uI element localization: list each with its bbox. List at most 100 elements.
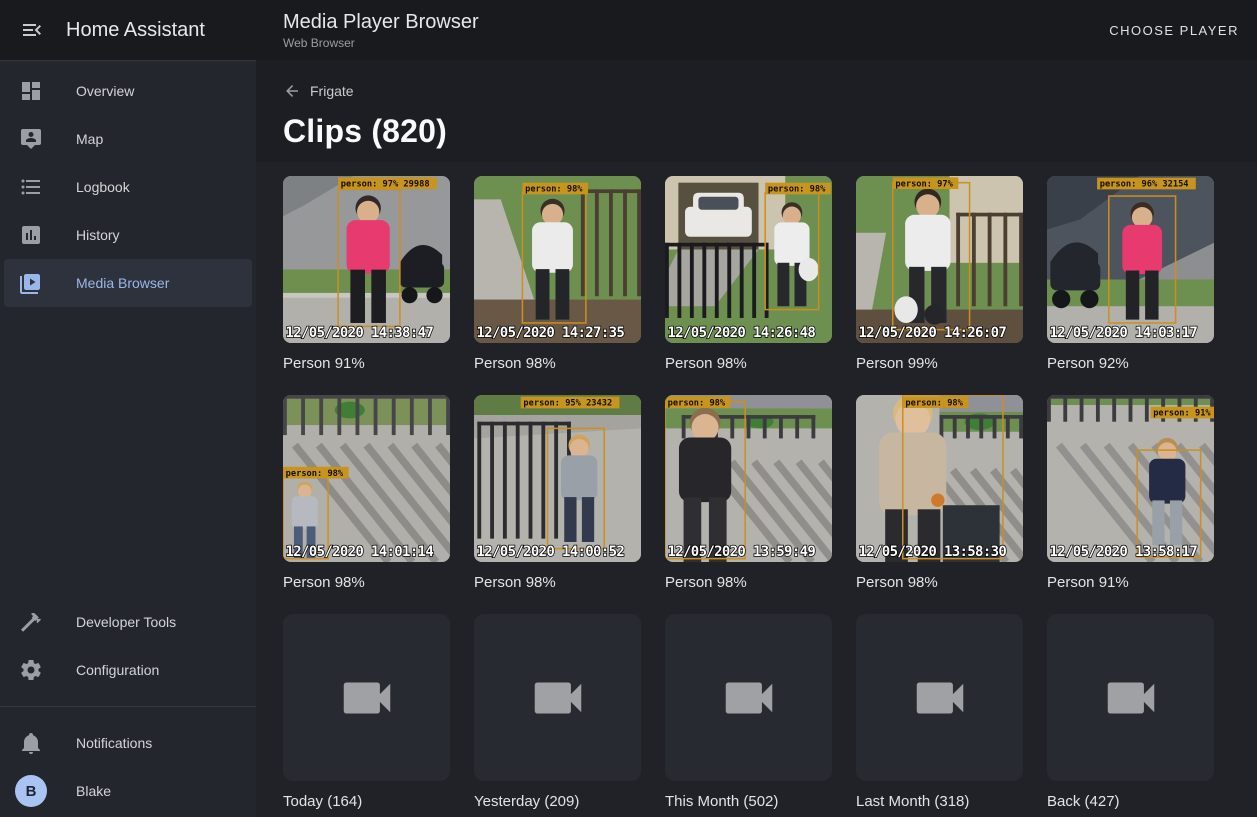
folder-thumbnail[interactable] — [665, 614, 832, 781]
video-camera-icon — [336, 667, 398, 729]
svg-text:12/05/2020 13:59:49: 12/05/2020 13:59:49 — [668, 544, 816, 560]
clip-thumbnail[interactable]: person: 91%12/05/2020 13:58:17 — [1047, 395, 1214, 562]
cog-icon — [19, 658, 43, 682]
clip-thumbnail[interactable]: person: 98%12/05/2020 14:27:35 — [474, 176, 641, 343]
clip-thumbnail[interactable]: person: 96% 3215412/05/2020 14:03:17 — [1047, 176, 1214, 343]
svg-text:person: 98%: person: 98% — [525, 185, 583, 195]
clip-scene: person: 98%12/05/2020 14:01:14 — [283, 395, 450, 562]
app-title: Home Assistant — [66, 19, 205, 42]
video-camera-icon — [909, 667, 971, 729]
clip-label: Person 91% — [283, 353, 450, 375]
content-header: Frigate Clips (820) — [256, 60, 1257, 162]
clip-card[interactable]: person: 98% 12/05/2020 14:26:48 Person 98% — [665, 176, 832, 375]
sidebar-item-logbook[interactable]: Logbook — [4, 163, 252, 211]
clip-card[interactable]: person: 98% 12/05/2020 13:59:49 Person 98% — [665, 395, 832, 594]
clip-card[interactable]: person: 98%12/05/2020 14:27:35 Person 98% — [474, 176, 641, 375]
svg-text:12/05/2020 14:01:14: 12/05/2020 14:01:14 — [286, 544, 434, 560]
tooltip-account-icon — [19, 127, 43, 151]
svg-text:person: 97% 29988: person: 97% 29988 — [341, 179, 430, 189]
folder-label: Back (427) — [1047, 791, 1214, 813]
svg-text:12/05/2020 14:26:48: 12/05/2020 14:26:48 — [668, 325, 816, 341]
avatar: B — [15, 775, 47, 807]
svg-text:person: 98%: person: 98% — [768, 185, 826, 195]
media-player-title: Media Player Browser — [283, 10, 1097, 34]
folder-label: Yesterday (209) — [474, 791, 641, 813]
video-camera-icon — [1100, 667, 1162, 729]
svg-text:12/05/2020 14:00:52: 12/05/2020 14:00:52 — [477, 544, 625, 560]
clip-label: Person 92% — [1047, 353, 1214, 375]
sidebar-item-label: Media Browser — [76, 275, 169, 291]
clip-card[interactable]: person: 97%12/05/2020 14:26:07Person 99% — [856, 176, 1023, 375]
clip-card[interactable]: person: 98%12/05/2020 14:01:14 Person 98% — [283, 395, 450, 594]
clip-card[interactable]: person: 97% 2998812/05/2020 14:38:47 Pers… — [283, 176, 450, 375]
video-camera-icon — [527, 667, 589, 729]
clip-scene: person: 98% 12/05/2020 13:59:49 — [665, 395, 832, 562]
clip-label: Person 98% — [474, 353, 641, 375]
app-bar-left: Home Assistant — [0, 18, 256, 42]
svg-text:person: 91%: person: 91% — [1153, 409, 1211, 419]
clip-card[interactable]: person: 95% 2343212/05/2020 14:00:52Pers… — [474, 395, 641, 594]
sidebar-tools-list: Developer Tools Configuration — [0, 598, 256, 694]
clip-scene: person: 97% 2998812/05/2020 14:38:47 — [283, 176, 450, 343]
hammer-icon — [19, 610, 43, 634]
app-bar: Home Assistant Media Player Browser Web … — [0, 0, 1257, 60]
choose-player-button[interactable]: CHOOSE PLAYER — [1097, 13, 1251, 48]
clip-label: Person 98% — [665, 353, 832, 375]
svg-text:person: 98%: person: 98% — [905, 398, 963, 408]
profile-name: Blake — [76, 783, 111, 799]
sidebar-item-overview[interactable]: Overview — [4, 67, 252, 115]
format-list-bulleted-icon — [19, 175, 43, 199]
clip-thumbnail[interactable]: person: 98% 12/05/2020 14:26:48 — [665, 176, 832, 343]
clip-thumbnail[interactable]: person: 98%12/05/2020 13:58:30 — [856, 395, 1023, 562]
clip-label: Person 98% — [665, 572, 832, 594]
bell-icon — [19, 731, 43, 755]
view-dashboard-icon — [19, 79, 43, 103]
sidebar-main-list: OverviewMapLogbook History Media Browser — [0, 61, 256, 307]
clip-scene: person: 98%12/05/2020 14:27:35 — [474, 176, 641, 343]
clip-label: Person 98% — [283, 572, 450, 594]
folder-card-back-427[interactable]: Back (427) — [1047, 614, 1214, 813]
clip-scene: person: 96% 3215412/05/2020 14:03:17 — [1047, 176, 1214, 343]
clip-card[interactable]: person: 96% 3215412/05/2020 14:03:17 Pers… — [1047, 176, 1214, 375]
sidebar-item-profile[interactable]: B Blake — [4, 767, 252, 815]
clip-thumbnail[interactable]: person: 98%12/05/2020 14:01:14 — [283, 395, 450, 562]
folder-card-today-164[interactable]: Today (164) — [283, 614, 450, 813]
clip-scene: person: 98% 12/05/2020 14:26:48 — [665, 176, 832, 343]
svg-text:person: 96% 32154: person: 96% 32154 — [1100, 180, 1189, 190]
clip-thumbnail[interactable]: person: 97%12/05/2020 14:26:07 — [856, 176, 1023, 343]
chart-box-icon — [19, 223, 43, 247]
breadcrumb[interactable]: Frigate — [283, 82, 354, 100]
breadcrumb-label: Frigate — [310, 83, 354, 99]
media-player-header: Media Player Browser Web Browser — [256, 10, 1097, 50]
play-box-multiple-icon — [19, 271, 43, 295]
sidebar-item-media-browser[interactable]: Media Browser — [4, 259, 252, 307]
svg-text:person: 95% 23432: person: 95% 23432 — [523, 399, 612, 409]
sidebar-item-developer-tools[interactable]: Developer Tools — [4, 598, 252, 646]
sidebar-item-notifications[interactable]: Notifications — [4, 719, 252, 767]
folder-card-yesterday-209[interactable]: Yesterday (209) — [474, 614, 641, 813]
folder-thumbnail[interactable] — [1047, 614, 1214, 781]
sidebar-item-configuration[interactable]: Configuration — [4, 646, 252, 694]
folder-thumbnail[interactable] — [856, 614, 1023, 781]
sidebar-item-map[interactable]: Map — [4, 115, 252, 163]
clip-thumbnail[interactable]: person: 97% 2998812/05/2020 14:38:47 — [283, 176, 450, 343]
page-title: Clips (820) — [283, 113, 1230, 150]
sidebar-item-label: History — [76, 227, 120, 243]
svg-text:person: 98%: person: 98% — [668, 398, 726, 408]
clip-card[interactable]: person: 98%12/05/2020 13:58:30Person 98% — [856, 395, 1023, 594]
media-browser-content: Frigate Clips (820) person: 97% 2998812/… — [256, 60, 1257, 817]
clip-thumbnail[interactable]: person: 98% 12/05/2020 13:59:49 — [665, 395, 832, 562]
folder-thumbnail[interactable] — [283, 614, 450, 781]
folder-card-last-month-318[interactable]: Last Month (318) — [856, 614, 1023, 813]
folder-thumbnail[interactable] — [474, 614, 641, 781]
clip-scene: person: 95% 23432 12/05/2020 14:00:52 — [474, 395, 641, 562]
folder-card-this-month-502[interactable]: This Month (502) — [665, 614, 832, 813]
clip-thumbnail[interactable]: person: 95% 23432 12/05/2020 14:00:52 — [474, 395, 641, 562]
sidebar-item-label: Configuration — [76, 662, 159, 678]
folder-label: Today (164) — [283, 791, 450, 813]
clip-label: Person 91% — [1047, 572, 1214, 594]
sidebar-bottom: Developer Tools Configuration Notificatio… — [0, 598, 256, 817]
clip-card[interactable]: person: 91%12/05/2020 13:58:17 Person 91% — [1047, 395, 1214, 594]
sidebar-item-history[interactable]: History — [4, 211, 252, 259]
sidebar-toggle-button[interactable] — [20, 18, 44, 42]
